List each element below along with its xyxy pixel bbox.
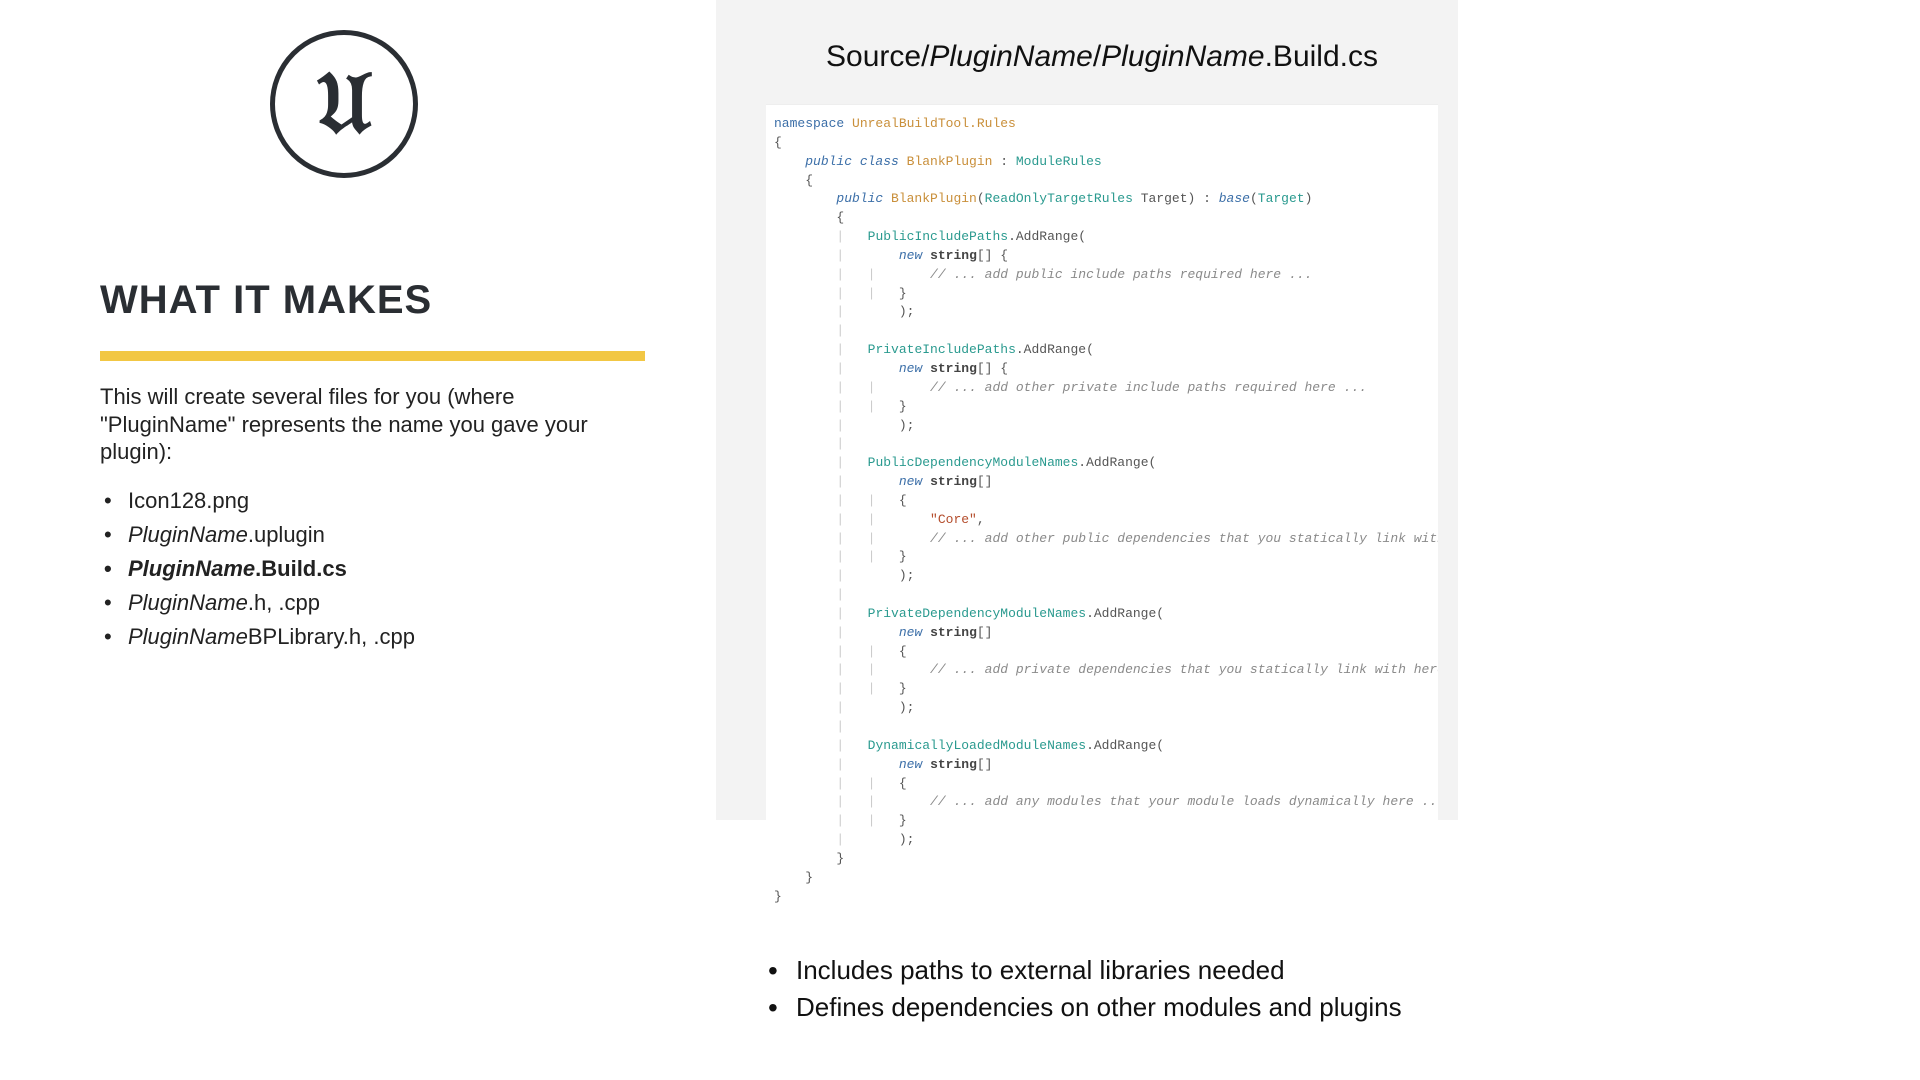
list-item: Includes paths to external libraries nee… — [766, 952, 1438, 989]
code-token: ReadOnlyTargetRules — [985, 191, 1133, 206]
code-token: ); — [899, 832, 915, 847]
code-token: // ... add other public dependencies tha… — [930, 531, 1438, 546]
code-token: string — [930, 361, 977, 376]
file-text: Icon128.png — [128, 488, 249, 513]
code-token: public class — [805, 154, 906, 169]
list-item: PluginName.uplugin — [100, 518, 656, 552]
code-token: .AddRange( — [1016, 342, 1094, 357]
list-item: Icon128.png — [100, 484, 656, 518]
code-token: ); — [899, 304, 915, 319]
right-panel: Source/PluginName/PluginName.Build.cs na… — [716, 0, 1458, 820]
code-token: PrivateDependencyModuleNames — [868, 606, 1086, 621]
code-token: : — [992, 154, 1015, 169]
code-token: [] { — [977, 361, 1008, 376]
code-token: new — [899, 474, 930, 489]
code-token: string — [930, 757, 977, 772]
path-segment: / — [1093, 40, 1101, 73]
code-token: PrivateIncludePaths — [868, 342, 1016, 357]
code-token: base — [1219, 191, 1250, 206]
code-token: string — [930, 248, 977, 263]
code-token: new — [899, 248, 930, 263]
page-title: WHAT IT MAKES — [100, 278, 656, 323]
path-segment: PluginName — [1101, 40, 1264, 73]
file-text: PluginName — [128, 556, 255, 581]
code-token: new — [899, 625, 930, 640]
code-token: [] — [977, 625, 993, 640]
code-token: ( — [1250, 191, 1258, 206]
code-token: BlankPlugin — [907, 154, 993, 169]
code-token: PublicIncludePaths — [868, 229, 1008, 244]
path-segment: PluginName — [929, 40, 1092, 73]
code-block: namespace UnrealBuildTool.Rules { public… — [766, 104, 1438, 918]
code-token: ) — [1305, 191, 1313, 206]
code-token: .AddRange( — [1086, 738, 1164, 753]
file-text: PluginName — [128, 522, 248, 547]
logo-circle: 𝔘 — [270, 30, 418, 178]
list-item: PluginNameBPLibrary.h, .cpp — [100, 620, 656, 654]
code-token: ModuleRules — [1016, 154, 1102, 169]
list-item: Defines dependencies on other modules an… — [766, 989, 1438, 1026]
code-token: new — [899, 361, 930, 376]
bullet-text: Defines dependencies on other modules an… — [796, 992, 1402, 1022]
code-token: [] { — [977, 248, 1008, 263]
code-token: ( — [977, 191, 985, 206]
code-token: public — [836, 191, 891, 206]
list-item-active: PluginName.Build.cs — [100, 552, 656, 586]
code-token: { — [899, 493, 907, 508]
code-token: [] — [977, 474, 993, 489]
file-list: Icon128.png PluginName.uplugin PluginNam… — [100, 484, 656, 654]
code-token: , — [977, 512, 985, 527]
code-token: // ... add public include paths required… — [930, 267, 1312, 282]
left-panel: 𝔘 WHAT IT MAKES This will create several… — [0, 0, 716, 820]
path-segment: Source/ — [826, 40, 929, 73]
code-token: PublicDependencyModuleNames — [868, 455, 1079, 470]
file-text: .h, .cpp — [248, 590, 320, 615]
intro-text: This will create several files for you (… — [100, 383, 655, 466]
code-token: string — [930, 625, 977, 640]
file-text: .Build.cs — [255, 556, 347, 581]
code-token: UnrealBuildTool.Rules — [852, 116, 1016, 131]
unreal-logo: 𝔘 — [270, 30, 656, 178]
code-token: { — [899, 644, 907, 659]
file-text: BPLibrary.h, .cpp — [248, 624, 415, 649]
code-token: // ... add other private include paths r… — [930, 380, 1367, 395]
code-token: ); — [899, 700, 915, 715]
code-token: DynamicallyLoadedModuleNames — [868, 738, 1086, 753]
bullet-text: Includes paths to external libraries nee… — [796, 955, 1285, 985]
code-token: .AddRange( — [1086, 606, 1164, 621]
code-token: Target — [1258, 191, 1305, 206]
code-path-title: Source/PluginName/PluginName.Build.cs — [766, 40, 1438, 74]
code-token: ); — [899, 568, 915, 583]
description-list: Includes paths to external libraries nee… — [766, 952, 1438, 1026]
code-token: namespace — [774, 116, 852, 131]
code-token: new — [899, 757, 930, 772]
code-token: [] — [977, 757, 993, 772]
code-token: Target) : — [1133, 191, 1219, 206]
file-text: PluginName — [128, 624, 248, 649]
code-token: "Core" — [930, 512, 977, 527]
list-item: PluginName.h, .cpp — [100, 586, 656, 620]
code-token: { — [899, 776, 907, 791]
code-token: // ... add private dependencies that you… — [930, 662, 1438, 677]
code-token: string — [930, 474, 977, 489]
heading-underline — [100, 351, 645, 361]
code-token: BlankPlugin — [891, 191, 977, 206]
path-segment: .Build.cs — [1265, 40, 1378, 73]
file-text: .uplugin — [248, 522, 325, 547]
logo-u-icon: 𝔘 — [316, 57, 371, 143]
code-token: // ... add any modules that your module … — [930, 794, 1438, 809]
code-token: .AddRange( — [1008, 229, 1086, 244]
code-token: .AddRange( — [1078, 455, 1156, 470]
code-token: ); — [899, 418, 915, 433]
file-text: PluginName — [128, 590, 248, 615]
